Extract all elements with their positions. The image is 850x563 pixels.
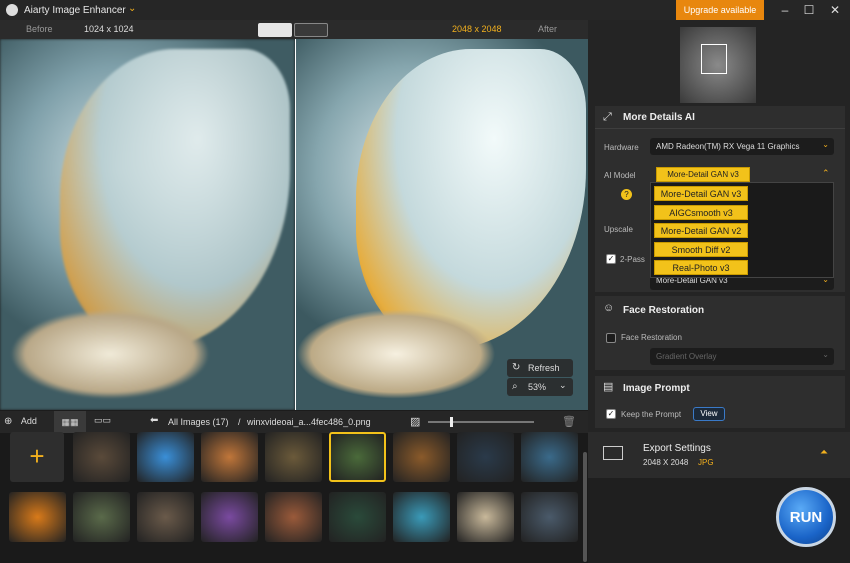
before-size: 1024 x 1024 [84,24,134,34]
thumbnail[interactable] [521,492,578,542]
thumbnail[interactable] [201,432,258,482]
thumb-size-slider[interactable] [428,417,534,427]
after-size: 2048 x 2048 [452,24,502,34]
double-chevron-up-icon[interactable]: ⏶ [820,447,828,458]
chevron-up-icon: ⌃ [822,168,830,178]
split-view-button[interactable] [258,23,292,37]
zoom-control[interactable]: ⌕ 53% ⌄ [507,378,573,396]
thumbnail[interactable] [329,492,386,542]
before-label: Before [26,24,53,34]
prompt-icon: ▤ [603,381,614,393]
chevron-down-icon[interactable]: ⌄ [128,3,136,14]
thumbnail[interactable] [521,432,578,482]
after-image [296,39,588,410]
chevron-down-icon: ⌄ [559,380,567,390]
ai-model-option[interactable]: Real-Photo v3 [654,260,748,275]
ai-model-option[interactable]: More-Detail GAN v3 [654,186,748,201]
run-button[interactable]: RUN [776,487,836,547]
image-icon: ▨ [410,416,421,428]
add-image-tile[interactable]: + [10,432,64,482]
face-restoration-checkbox[interactable] [606,333,616,343]
scrollbar[interactable] [583,452,587,562]
two-pass-checkbox[interactable]: ✓ [606,254,616,264]
details-title: More Details AI [623,112,695,123]
view-prompt-button[interactable]: View [693,407,725,421]
all-images-link[interactable]: All Images (17) [168,417,229,427]
after-label: After [538,24,558,34]
chevron-down-icon: ⌄ [822,140,829,149]
chevron-down-icon: ⌄ [822,350,829,359]
list-view-icon[interactable]: ▭▭ [94,415,111,426]
image-canvas[interactable]: ↻ Refresh ⌕ 53% ⌄ [0,39,588,410]
thumbnail[interactable] [201,492,258,542]
close-icon[interactable]: ✕ [824,2,846,18]
zoom-icon: ⌕ [512,381,518,392]
navigator-frame[interactable] [701,44,727,74]
ai-model-option[interactable]: AIGCsmooth v3 [654,204,748,220]
back-arrow-icon[interactable]: ⬅ [150,415,158,426]
thumbnail[interactable] [73,432,130,482]
thumbnail[interactable] [457,432,514,482]
before-image [0,39,295,410]
details-icon: ⤢ [603,111,612,123]
slider-handle[interactable] [450,417,453,427]
ai-model-select[interactable]: More-Detail GAN v3 [656,167,750,182]
refresh-button[interactable]: ↻ Refresh [507,359,573,377]
export-settings[interactable] [588,432,850,478]
maximize-icon[interactable]: ☐ [798,2,820,18]
face-mode-select[interactable]: Gradient Overlay ⌄ [650,348,834,365]
hardware-select[interactable]: AMD Radeon(TM) RX Vega 11 Graphics ⌄ [650,138,834,155]
thumbnail[interactable] [137,432,194,482]
side-by-side-button[interactable] [294,23,328,37]
thumbnail[interactable] [265,432,322,482]
face-icon: ☺ [603,302,615,314]
thumbnail[interactable] [137,492,194,542]
plus-circle-icon: ⊕ [4,416,13,427]
ai-model-option[interactable]: Smooth Diff v2 [654,241,748,257]
add-button[interactable]: ⊕ Add [4,416,37,427]
thumbnail[interactable] [393,432,450,482]
grid-view-icon[interactable]: ▦▦ [54,411,86,433]
thumbnail[interactable] [265,492,322,542]
thumbnail[interactable] [329,432,386,482]
thumbnail[interactable] [393,492,450,542]
ai-model-option[interactable]: More-Detail GAN v2 [654,223,748,238]
file-name: winxvideoai_a...4fec486_0.png [247,417,371,427]
trash-icon[interactable]: 🗑 [562,415,576,428]
keep-prompt-checkbox[interactable]: ✓ [606,409,616,419]
thumbnail[interactable] [457,492,514,542]
minimize-icon[interactable]: – [774,2,796,18]
thumbnail[interactable] [73,492,130,542]
upgrade-button[interactable]: Upgrade available [676,0,764,20]
refresh-icon: ↻ [512,362,521,373]
help-icon[interactable]: ? [621,189,632,200]
thumbnail[interactable] [9,492,66,542]
app-title: Aiarty Image Enhancer [24,5,126,16]
monitor-gear-icon [603,446,623,460]
app-logo-icon [6,4,18,16]
